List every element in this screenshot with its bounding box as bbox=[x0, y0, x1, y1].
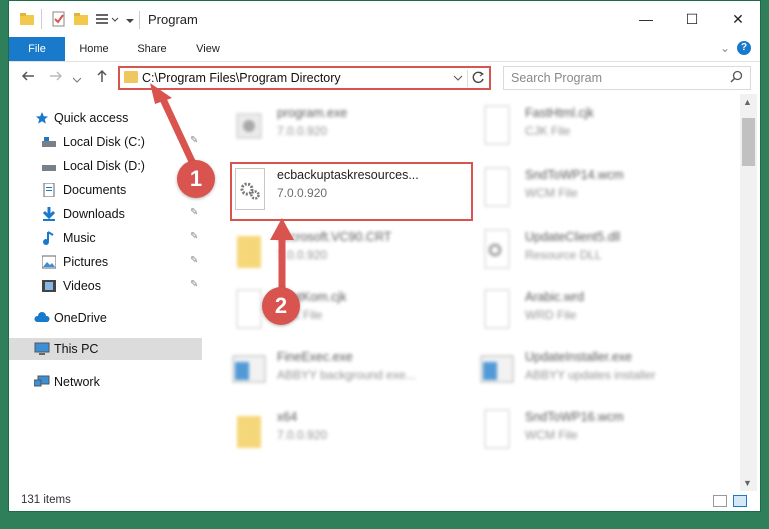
step-marker-1: 1 bbox=[177, 160, 215, 198]
arrow-2-head bbox=[270, 218, 294, 240]
arrow-1 bbox=[158, 95, 200, 172]
step-marker-2: 2 bbox=[262, 287, 300, 325]
arrow-1-head bbox=[150, 83, 172, 104]
annotation-arrows bbox=[150, 83, 294, 290]
